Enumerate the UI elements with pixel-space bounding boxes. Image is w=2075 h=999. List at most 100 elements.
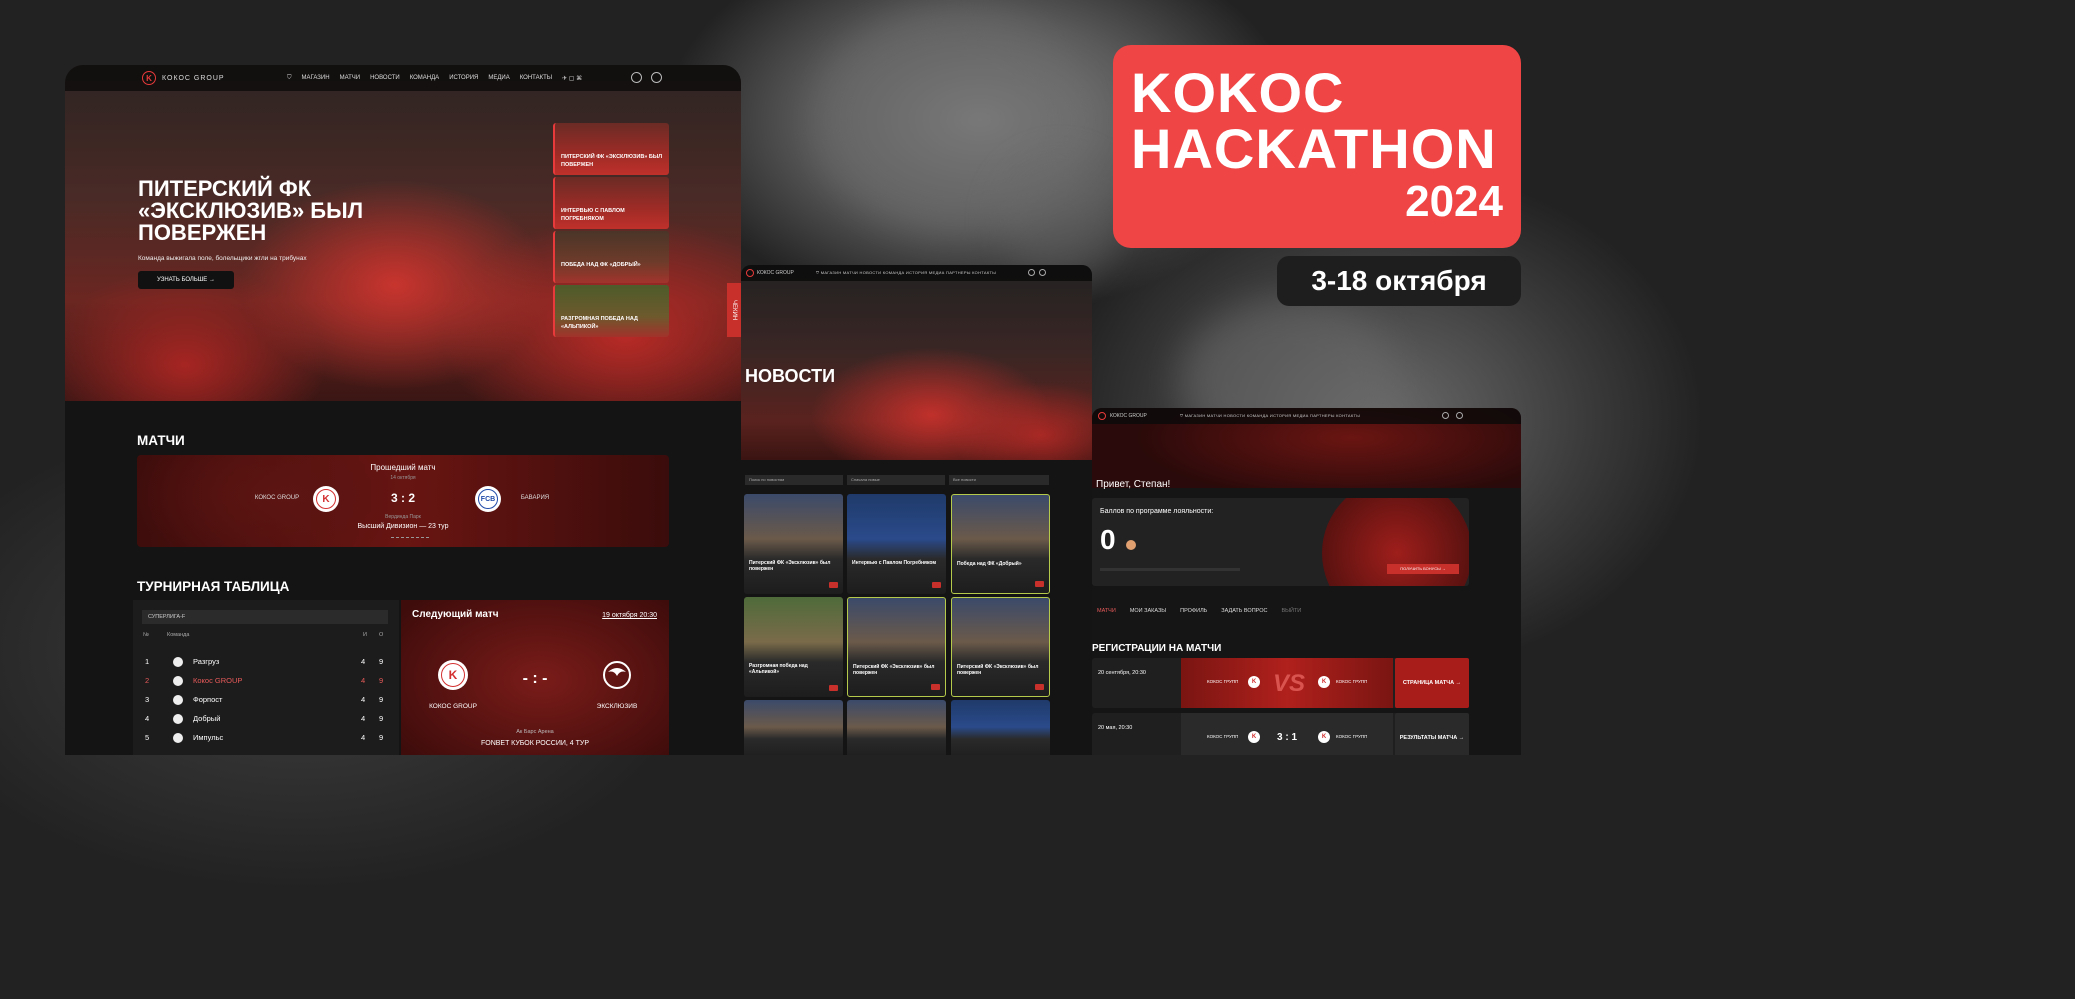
news-card[interactable]: Победа над ФК «Добрый»: [951, 494, 1050, 594]
news-card[interactable]: Питерский ФК «Эксклюзив» был повержен: [847, 597, 946, 697]
news-card[interactable]: [951, 700, 1050, 755]
last-match-league: Высший Дивизион — 23 тур: [357, 523, 449, 530]
news-search-input[interactable]: Поиск по новостям: [745, 475, 843, 485]
get-bonuses-button[interactable]: ПОЛУЧИТЬ БОНУСЫ →: [1387, 564, 1459, 574]
row-pos: 3: [145, 695, 150, 704]
news-card[interactable]: Питерский ФК «Эксклюзив» был повержен: [744, 494, 843, 594]
profile-icon[interactable]: [651, 72, 662, 83]
row-points: 9: [379, 657, 384, 666]
nav-item-matches[interactable]: МАТЧИ: [340, 75, 361, 81]
table-row[interactable]: 3 Форпост 4 9: [133, 690, 399, 709]
row-points: 9: [379, 695, 384, 704]
side-news-item[interactable]: ИНТЕРВЬЮ С ПАВЛОМ ПОГРЕБНЯКОМ: [553, 177, 669, 229]
top-nav: K КОКОС GROUP ⛉ МАГАЗИН МАТЧИ НОВОСТИ КО…: [65, 65, 741, 91]
coin-icon: [1126, 540, 1136, 550]
team-logo: [173, 694, 183, 705]
news-card[interactable]: [744, 700, 843, 755]
profile-page-screen: КОКОС GROUP ⛉ МАГАЗИН МАТЧИ НОВОСТИ КОМА…: [1092, 408, 1521, 755]
profile-tabs: МАТЧИ МОИ ЗАКАЗЫ ПРОФИЛЬ ЗАДАТЬ ВОПРОС В…: [1097, 608, 1301, 614]
nav-links[interactable]: ⛉ МАГАЗИН МАТЧИ НОВОСТИ КОМАНДА ИСТОРИЯ …: [816, 270, 996, 275]
col-team: Команда: [167, 632, 190, 638]
card-arrow-button[interactable]: [932, 582, 941, 588]
next-away-name: ЭКСКЛЮЗИВ: [596, 703, 638, 710]
news-card[interactable]: Интервью с Павлом Погребняком: [847, 494, 946, 594]
side-news-item[interactable]: ПОБЕДА НАД ФК «ДОБРЫЙ»: [553, 231, 669, 283]
last-match-score: 3 : 2: [390, 491, 415, 505]
table-row[interactable]: 1 Разгруз 4 9: [133, 652, 399, 671]
table-row[interactable]: 4 Добрый 4 9: [133, 709, 399, 728]
logo-k-icon[interactable]: [1098, 412, 1106, 420]
nav-item-history[interactable]: ИСТОРИЯ: [449, 75, 478, 81]
side-news-item[interactable]: РАЗГРОМНАЯ ПОБЕДА НАД «АЛЬПИКОЙ»: [553, 285, 669, 337]
brand-logo[interactable]: K КОКОС GROUP: [142, 71, 225, 85]
carousel-dots[interactable]: [391, 537, 429, 539]
sort-select[interactable]: Сначала новые: [847, 475, 945, 485]
nav-item-media[interactable]: МЕДИА: [488, 75, 509, 81]
search-icon[interactable]: [1028, 269, 1035, 276]
card-arrow-button[interactable]: [1035, 581, 1044, 587]
card-title: Интервью с Павлом Погребняком: [852, 560, 937, 566]
registration-row: 20 мая, 20:30 КОКОС ГРУПП K 3 : 1 K КОКО…: [1092, 713, 1469, 755]
news-card[interactable]: Питерский ФК «Эксклюзив» был повержен: [951, 597, 1050, 697]
league-select[interactable]: СУПЕРЛИГА-F: [142, 610, 388, 624]
card-title: Питерский ФК «Эксклюзив» был повержен: [957, 664, 1039, 676]
nav-item-shop[interactable]: МАГАЗИН: [302, 75, 330, 81]
tab-profile[interactable]: ПРОФИЛЬ: [1180, 608, 1207, 614]
registration-row: 20 сентября, 20:30 КОКОС ГРУПП K VS K КО…: [1092, 658, 1469, 708]
news-card[interactable]: [847, 700, 946, 755]
loyalty-card: Баллов по программе лояльности: 0 ПОЛУЧИ…: [1092, 498, 1469, 586]
row-pos: 2: [145, 676, 150, 685]
reg-home: КОКОС ГРУПП: [1207, 734, 1239, 739]
nav-item-contacts[interactable]: КОНТАКТЫ: [520, 75, 552, 81]
reg-away: КОКОС ГРУПП: [1336, 734, 1368, 739]
home-team-name: КОКОС GROUP: [254, 495, 300, 501]
row-played: 4: [361, 733, 366, 742]
row-team: Форпост: [193, 695, 223, 704]
last-match-date: 14 октября: [390, 475, 416, 481]
away-team-logo: [600, 658, 634, 692]
tab-orders[interactable]: МОИ ЗАКАЗЫ: [1130, 608, 1166, 614]
tab-logout[interactable]: ВЫЙТИ: [1281, 608, 1301, 614]
reg-match-strip: КОКОС ГРУПП K VS K КОКОС ГРУПП: [1181, 658, 1393, 708]
checkin-tab[interactable]: ЧЕКИН: [727, 283, 741, 337]
match-page-button[interactable]: СТРАНИЦА МАТЧА →: [1395, 658, 1469, 708]
card-arrow-button[interactable]: [829, 582, 838, 588]
tab-ask-question[interactable]: ЗАДАТЬ ВОПРОС: [1221, 608, 1267, 614]
nav-item-team[interactable]: КОМАНДА: [410, 75, 440, 81]
row-pos: 1: [145, 657, 150, 666]
row-points: 9: [379, 733, 384, 742]
side-news-item[interactable]: ПИТЕРСКИЙ ФК «ЭКСКЛЮЗИВ» БЫЛ ПОВЕРЖЕН: [553, 123, 669, 175]
next-match-card[interactable]: Следующий матч 19 октября 20:30 K КОКОС …: [401, 600, 669, 755]
hero-banner: K КОКОС GROUP ⛉ МАГАЗИН МАТЧИ НОВОСТИ КО…: [65, 65, 741, 401]
cart-icon[interactable]: ⛉: [287, 75, 292, 82]
profile-icon[interactable]: [1039, 269, 1046, 276]
table-row[interactable]: 2 Кокос GROUP 4 9: [133, 671, 399, 690]
row-pos: 4: [145, 714, 150, 723]
news-card[interactable]: Разгромная победа над «Альпикой»: [744, 597, 843, 697]
learn-more-button[interactable]: УЗНАТЬ БОЛЬШЕ →: [138, 271, 234, 289]
match-results-button[interactable]: РЕЗУЛЬТАТЫ МАТЧА →: [1395, 713, 1469, 755]
category-select[interactable]: Все новости: [949, 475, 1049, 485]
home-team-logo: K: [313, 486, 339, 512]
away-team-logo: FCB: [475, 486, 501, 512]
logo-k-icon[interactable]: [746, 269, 754, 277]
profile-icon[interactable]: [1456, 412, 1463, 419]
table-title: ТУРНИРНАЯ ТАБЛИЦА: [137, 579, 290, 594]
table-row[interactable]: 5 Импульс 4 9: [133, 728, 399, 747]
row-team: Кокос GROUP: [193, 676, 243, 685]
nav-item-news[interactable]: НОВОСТИ: [370, 75, 400, 81]
last-match-card[interactable]: Прошедший матч 14 октября КОКОС GROUP K …: [137, 455, 669, 547]
team-logo: [173, 713, 183, 724]
nav-links[interactable]: ⛉ МАГАЗИН МАТЧИ НОВОСТИ КОМАНДА ИСТОРИЯ …: [1180, 413, 1360, 418]
brand-name: КОКОС GROUP: [162, 74, 225, 82]
tab-matches[interactable]: МАТЧИ: [1097, 608, 1116, 614]
card-arrow-button[interactable]: [1035, 684, 1044, 690]
search-icon[interactable]: [1442, 412, 1449, 419]
reg-match-strip: КОКОС ГРУПП K 3 : 1 K КОКОС ГРУПП: [1181, 713, 1393, 755]
social-icons[interactable]: ✈ ▢ ⌘: [562, 75, 582, 82]
home-team-logo: K: [1248, 676, 1260, 688]
card-arrow-button[interactable]: [931, 684, 940, 690]
search-icon[interactable]: [631, 72, 642, 83]
card-arrow-button[interactable]: [829, 685, 838, 691]
page-title: НОВОСТИ: [745, 366, 836, 386]
